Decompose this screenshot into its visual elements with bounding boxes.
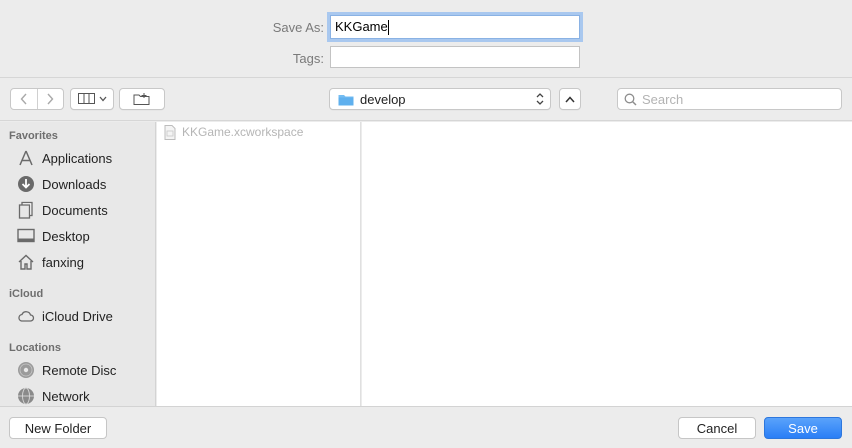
- new-folder-icon: [133, 93, 150, 105]
- sidebar: Favorites Applications Downloads Documen…: [0, 122, 156, 406]
- file-item[interactable]: KKGame.xcworkspace: [164, 124, 303, 140]
- search-icon: [624, 93, 637, 106]
- text-cursor: [387, 20, 389, 36]
- sidebar-item-label: Network: [42, 388, 90, 404]
- sidebar-item-desktop[interactable]: Desktop: [0, 224, 155, 248]
- sidebar-item-applications[interactable]: Applications: [0, 146, 155, 170]
- tags-field[interactable]: [330, 46, 580, 68]
- section-icloud: iCloud: [9, 288, 44, 300]
- forward-button[interactable]: [36, 89, 63, 109]
- sidebar-item-label: Applications: [42, 150, 113, 166]
- network-icon: [17, 387, 35, 405]
- save-as-field[interactable]: KKGame: [330, 15, 580, 39]
- sidebar-item-remote-disc[interactable]: Remote Disc: [0, 358, 155, 382]
- save-as-value: KKGame: [335, 19, 388, 34]
- chevron-left-icon: [20, 93, 27, 105]
- sidebar-item-label: Downloads: [42, 176, 107, 192]
- workspace-file-icon: [164, 124, 176, 140]
- save-form: Save As: KKGame Tags:: [0, 0, 852, 78]
- view-mode-button[interactable]: [70, 88, 114, 110]
- save-button[interactable]: Save: [764, 417, 842, 439]
- downloads-icon: [17, 175, 35, 193]
- cloud-icon: [17, 307, 35, 325]
- sidebar-item-label: Documents: [42, 202, 108, 218]
- sidebar-item-documents[interactable]: Documents: [0, 198, 155, 222]
- documents-icon: [17, 201, 35, 219]
- section-locations: Locations: [9, 342, 61, 354]
- collapse-button[interactable]: [559, 88, 581, 110]
- section-favorites: Favorites: [9, 130, 58, 142]
- chevron-down-icon: [99, 96, 106, 102]
- sidebar-item-label: Remote Disc: [42, 362, 117, 378]
- save-as-row: Save As: KKGame: [0, 15, 852, 39]
- sidebar-item-downloads[interactable]: Downloads: [0, 172, 155, 196]
- back-button[interactable]: [11, 89, 37, 109]
- updown-chevron-icon: [536, 93, 544, 105]
- chevron-up-icon: [565, 95, 575, 102]
- search-field[interactable]: [617, 88, 842, 110]
- applications-icon: [17, 149, 35, 167]
- desktop-icon: [17, 227, 35, 245]
- cancel-button[interactable]: Cancel: [678, 417, 756, 439]
- tags-label: Tags:: [292, 50, 324, 66]
- tags-row: Tags:: [0, 46, 852, 70]
- file-column-1: KKGame.xcworkspace: [157, 122, 361, 406]
- sidebar-item-network[interactable]: Network: [0, 384, 155, 406]
- home-icon: [17, 253, 35, 271]
- file-column-2: [362, 122, 852, 406]
- folder-icon: [338, 94, 354, 105]
- sidebar-item-label: fanxing: [42, 254, 84, 270]
- search-input[interactable]: [642, 91, 832, 107]
- sidebar-item-label: Desktop: [42, 228, 90, 244]
- bottom-bar: New Folder Cancel Save: [0, 406, 852, 448]
- location-label: develop: [360, 91, 406, 107]
- sidebar-item-label: iCloud Drive: [42, 308, 113, 324]
- chevron-right-icon: [47, 93, 54, 105]
- back-forward-group: [10, 88, 64, 110]
- file-name: KKGame.xcworkspace: [182, 125, 304, 139]
- disc-icon: [17, 361, 35, 379]
- sidebar-item-icloud-drive[interactable]: iCloud Drive: [0, 304, 155, 328]
- save-as-label: Save As:: [272, 19, 324, 35]
- browser-toolbar: develop: [0, 79, 852, 121]
- location-popup[interactable]: develop: [329, 88, 551, 110]
- sidebar-item-fanxing[interactable]: fanxing: [0, 250, 155, 274]
- columns-view-icon: [77, 93, 95, 104]
- new-folder-button[interactable]: New Folder: [9, 417, 107, 439]
- new-folder-toolbar-button[interactable]: [119, 88, 165, 110]
